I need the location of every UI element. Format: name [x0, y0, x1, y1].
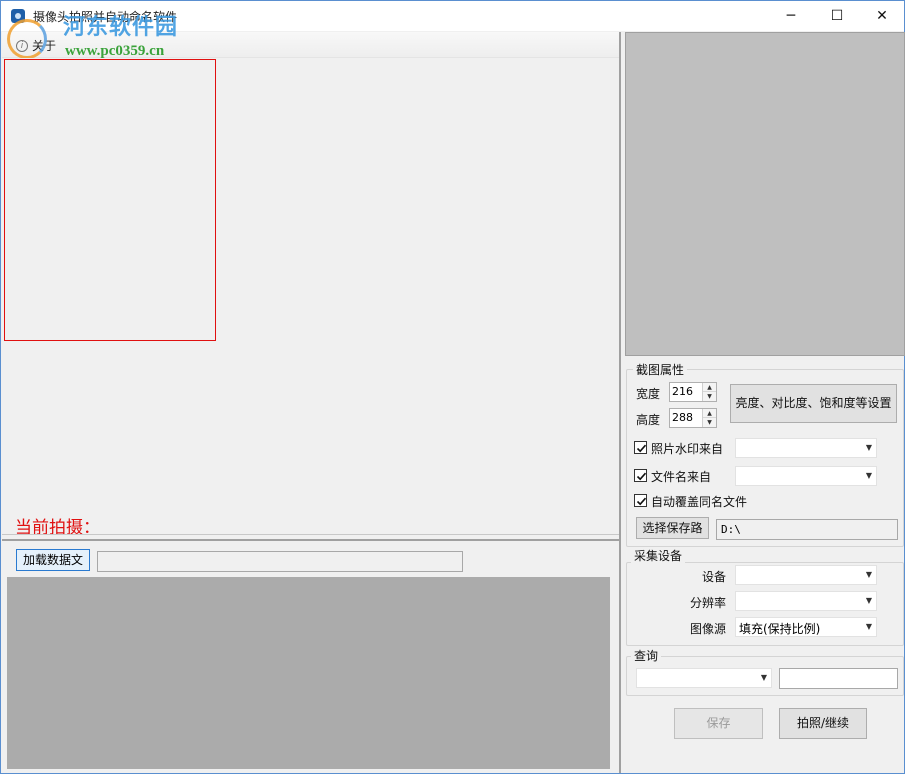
- filename-source-label: 文件名来自: [651, 470, 712, 484]
- data-file-path-field[interactable]: [97, 551, 463, 572]
- width-spinner-buttons: ▲ ▼: [702, 383, 716, 401]
- minimize-button[interactable]: ─: [768, 1, 814, 31]
- divider: [2, 534, 619, 535]
- height-value: 288: [672, 411, 693, 424]
- title-bar: 摄像头拍照并自动命名软件 ─ ☐ ✕: [1, 1, 904, 31]
- splitter[interactable]: [2, 539, 619, 541]
- check-icon: [636, 497, 647, 506]
- chevron-down-icon: ▼: [865, 596, 872, 605]
- chevron-down-icon: ▼: [760, 673, 767, 682]
- check-icon: [636, 444, 647, 453]
- query-field-dropdown[interactable]: ▼: [636, 668, 772, 688]
- chevron-down-icon: ▼: [865, 570, 872, 579]
- filename-source-dropdown[interactable]: ▼: [735, 466, 877, 486]
- window-title: 摄像头拍照并自动命名软件: [33, 10, 178, 24]
- image-source-label: 图像源: [690, 622, 727, 636]
- check-icon: [636, 472, 647, 481]
- app-window: 摄像头拍照并自动命名软件 ─ ☐ ✕ i 关于 河东软件园 www.pc0359…: [0, 0, 905, 774]
- height-label: 高度: [636, 413, 661, 427]
- chevron-down-icon: ▼: [865, 622, 872, 631]
- image-source-value: 填充(保持比例): [739, 622, 821, 636]
- device-label: 设备: [702, 570, 727, 584]
- height-decrement-button[interactable]: ▼: [703, 418, 716, 427]
- chevron-down-icon: ▼: [865, 443, 872, 452]
- maximize-button[interactable]: ☐: [814, 1, 860, 31]
- image-source-dropdown[interactable]: 填充(保持比例) ▼: [735, 617, 877, 637]
- chevron-down-icon: ▼: [865, 471, 872, 480]
- overwrite-checkbox[interactable]: [634, 494, 647, 507]
- width-decrement-button[interactable]: ▼: [703, 392, 716, 401]
- height-spinner[interactable]: 288 ▲ ▼: [669, 408, 717, 428]
- vertical-splitter[interactable]: [619, 32, 621, 773]
- resolution-dropdown[interactable]: ▼: [735, 591, 877, 611]
- menu-item-about[interactable]: 关于: [32, 37, 56, 54]
- save-path-value: D:\: [721, 523, 741, 536]
- width-increment-button[interactable]: ▲: [703, 383, 716, 392]
- watermark-source-checkbox[interactable]: [634, 441, 647, 454]
- image-adjust-settings-button[interactable]: 亮度、对比度、饱和度等设置: [730, 384, 897, 423]
- camera-app-icon: [11, 9, 25, 23]
- watermark-source-dropdown[interactable]: ▼: [735, 438, 877, 458]
- capture-device-title: 采集设备: [631, 547, 686, 564]
- width-label: 宽度: [636, 387, 661, 401]
- filename-source-checkbox[interactable]: [634, 469, 647, 482]
- menu-bar: i 关于: [2, 32, 619, 58]
- photo-preview: [625, 32, 905, 356]
- crop-frame[interactable]: [4, 59, 216, 341]
- save-button[interactable]: 保存: [674, 708, 763, 739]
- query-input[interactable]: [779, 668, 898, 689]
- width-spinner[interactable]: 216 ▲ ▼: [669, 382, 717, 402]
- watermark-source-label: 照片水印来自: [651, 442, 724, 456]
- height-increment-button[interactable]: ▲: [703, 409, 716, 418]
- crop-properties-title: 截图属性: [633, 361, 688, 378]
- query-title: 查询: [631, 647, 662, 664]
- data-grid-panel[interactable]: [7, 577, 610, 769]
- info-icon: i: [16, 40, 28, 52]
- width-value: 216: [672, 385, 693, 398]
- overwrite-label: 自动覆盖同名文件: [651, 495, 748, 509]
- save-path-field[interactable]: D:\: [716, 519, 898, 540]
- choose-save-path-button[interactable]: 选择保存路: [636, 517, 709, 539]
- device-dropdown[interactable]: ▼: [735, 565, 877, 585]
- capture-continue-button[interactable]: 拍照/继续: [779, 708, 867, 739]
- height-spinner-buttons: ▲ ▼: [702, 409, 716, 427]
- close-button[interactable]: ✕: [859, 1, 905, 31]
- resolution-label: 分辨率: [690, 596, 727, 610]
- load-data-file-button[interactable]: 加载数据文: [16, 549, 90, 571]
